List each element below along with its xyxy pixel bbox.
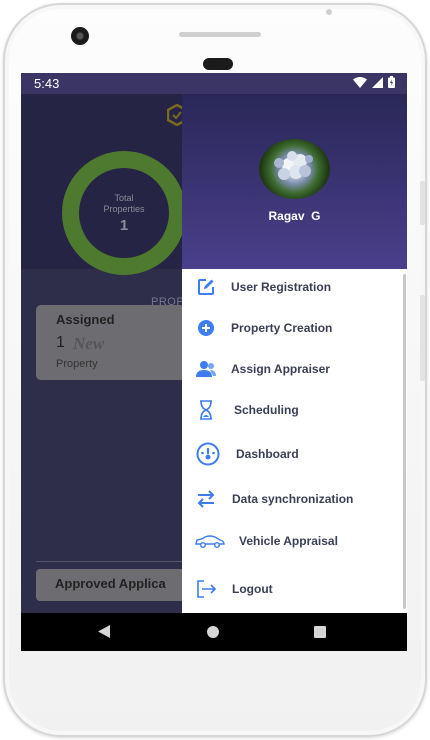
edit-icon [196,277,216,297]
menu-item-logout[interactable]: Logout [182,573,407,605]
menu-label-user-registration: User Registration [231,280,332,294]
menu-label-property-creation: Property Creation [231,321,333,335]
menu-label-assign-appraiser: Assign Appraiser [231,362,330,376]
earpiece-speaker [179,32,261,37]
drawer-scrollbar[interactable] [403,274,406,609]
hydrangea-photo [274,151,313,180]
users-icon [196,359,216,379]
assigned-card-count: 1 [56,334,65,351]
side-button-volume [420,295,425,381]
status-bar: 5:43 [21,73,407,94]
logout-icon [196,579,216,599]
menu-item-assign-appraiser[interactable]: Assign Appraiser [182,353,407,385]
menu-item-data-synchronization[interactable]: Data synchronization [182,483,407,515]
hourglass-icon [196,400,216,420]
system-navigation-bar [21,613,407,651]
approved-card[interactable]: Approved Applica [36,569,186,601]
assigned-card[interactable]: Assigned 1 New Property [36,305,186,380]
device-screen: 5:43 Total Properties 1 PROP Assigned 1 … [21,73,407,651]
assigned-card-subtitle: Property [56,358,98,370]
front-camera [71,27,89,45]
total-properties-label: Total Properties [103,192,145,214]
menu-item-vehicle-appraisal[interactable]: Vehicle Appraisal [182,525,407,557]
back-icon[interactable] [98,625,110,638]
approved-card-title: Approved Applica [55,576,166,591]
menu-item-property-creation[interactable]: Property Creation [182,312,407,344]
menu-label-scheduling: Scheduling [234,403,299,417]
menu-label-dashboard: Dashboard [236,447,299,461]
assigned-card-title: Assigned [56,312,115,327]
menu-label-logout: Logout [232,582,273,596]
speedometer-icon [196,442,220,466]
recent-apps-icon[interactable] [314,626,326,638]
menu-item-user-registration[interactable]: User Registration [182,271,407,303]
side-button-power [420,181,425,225]
menu-label-vehicle-appraisal: Vehicle Appraisal [239,534,338,548]
menu-label-data-synchronization: Data synchronization [232,492,354,506]
divider [36,561,186,562]
navigation-drawer: Ragav G User Registration Property Creat… [182,94,407,613]
add-circle-icon [196,318,216,338]
sync-arrows-icon [196,489,216,509]
wifi-icon [353,76,367,88]
battery-icon [388,76,395,88]
status-time: 5:43 [34,76,60,91]
sensor-dot [326,9,332,15]
drawer-header: Ragav G [182,94,407,269]
user-name: Ragav G [268,209,321,223]
total-properties-count: 1 [119,216,129,234]
home-icon[interactable] [207,626,219,638]
speaker-slot [203,58,233,70]
car-icon [195,531,225,551]
menu-item-dashboard[interactable]: Dashboard [182,438,407,470]
cell-signal-icon [372,76,383,88]
new-badge: New [73,334,105,353]
menu-item-scheduling[interactable]: Scheduling [182,394,407,426]
total-properties-summary: Total Properties 1 [62,151,186,275]
avatar[interactable] [259,139,330,199]
status-icons [353,76,395,88]
